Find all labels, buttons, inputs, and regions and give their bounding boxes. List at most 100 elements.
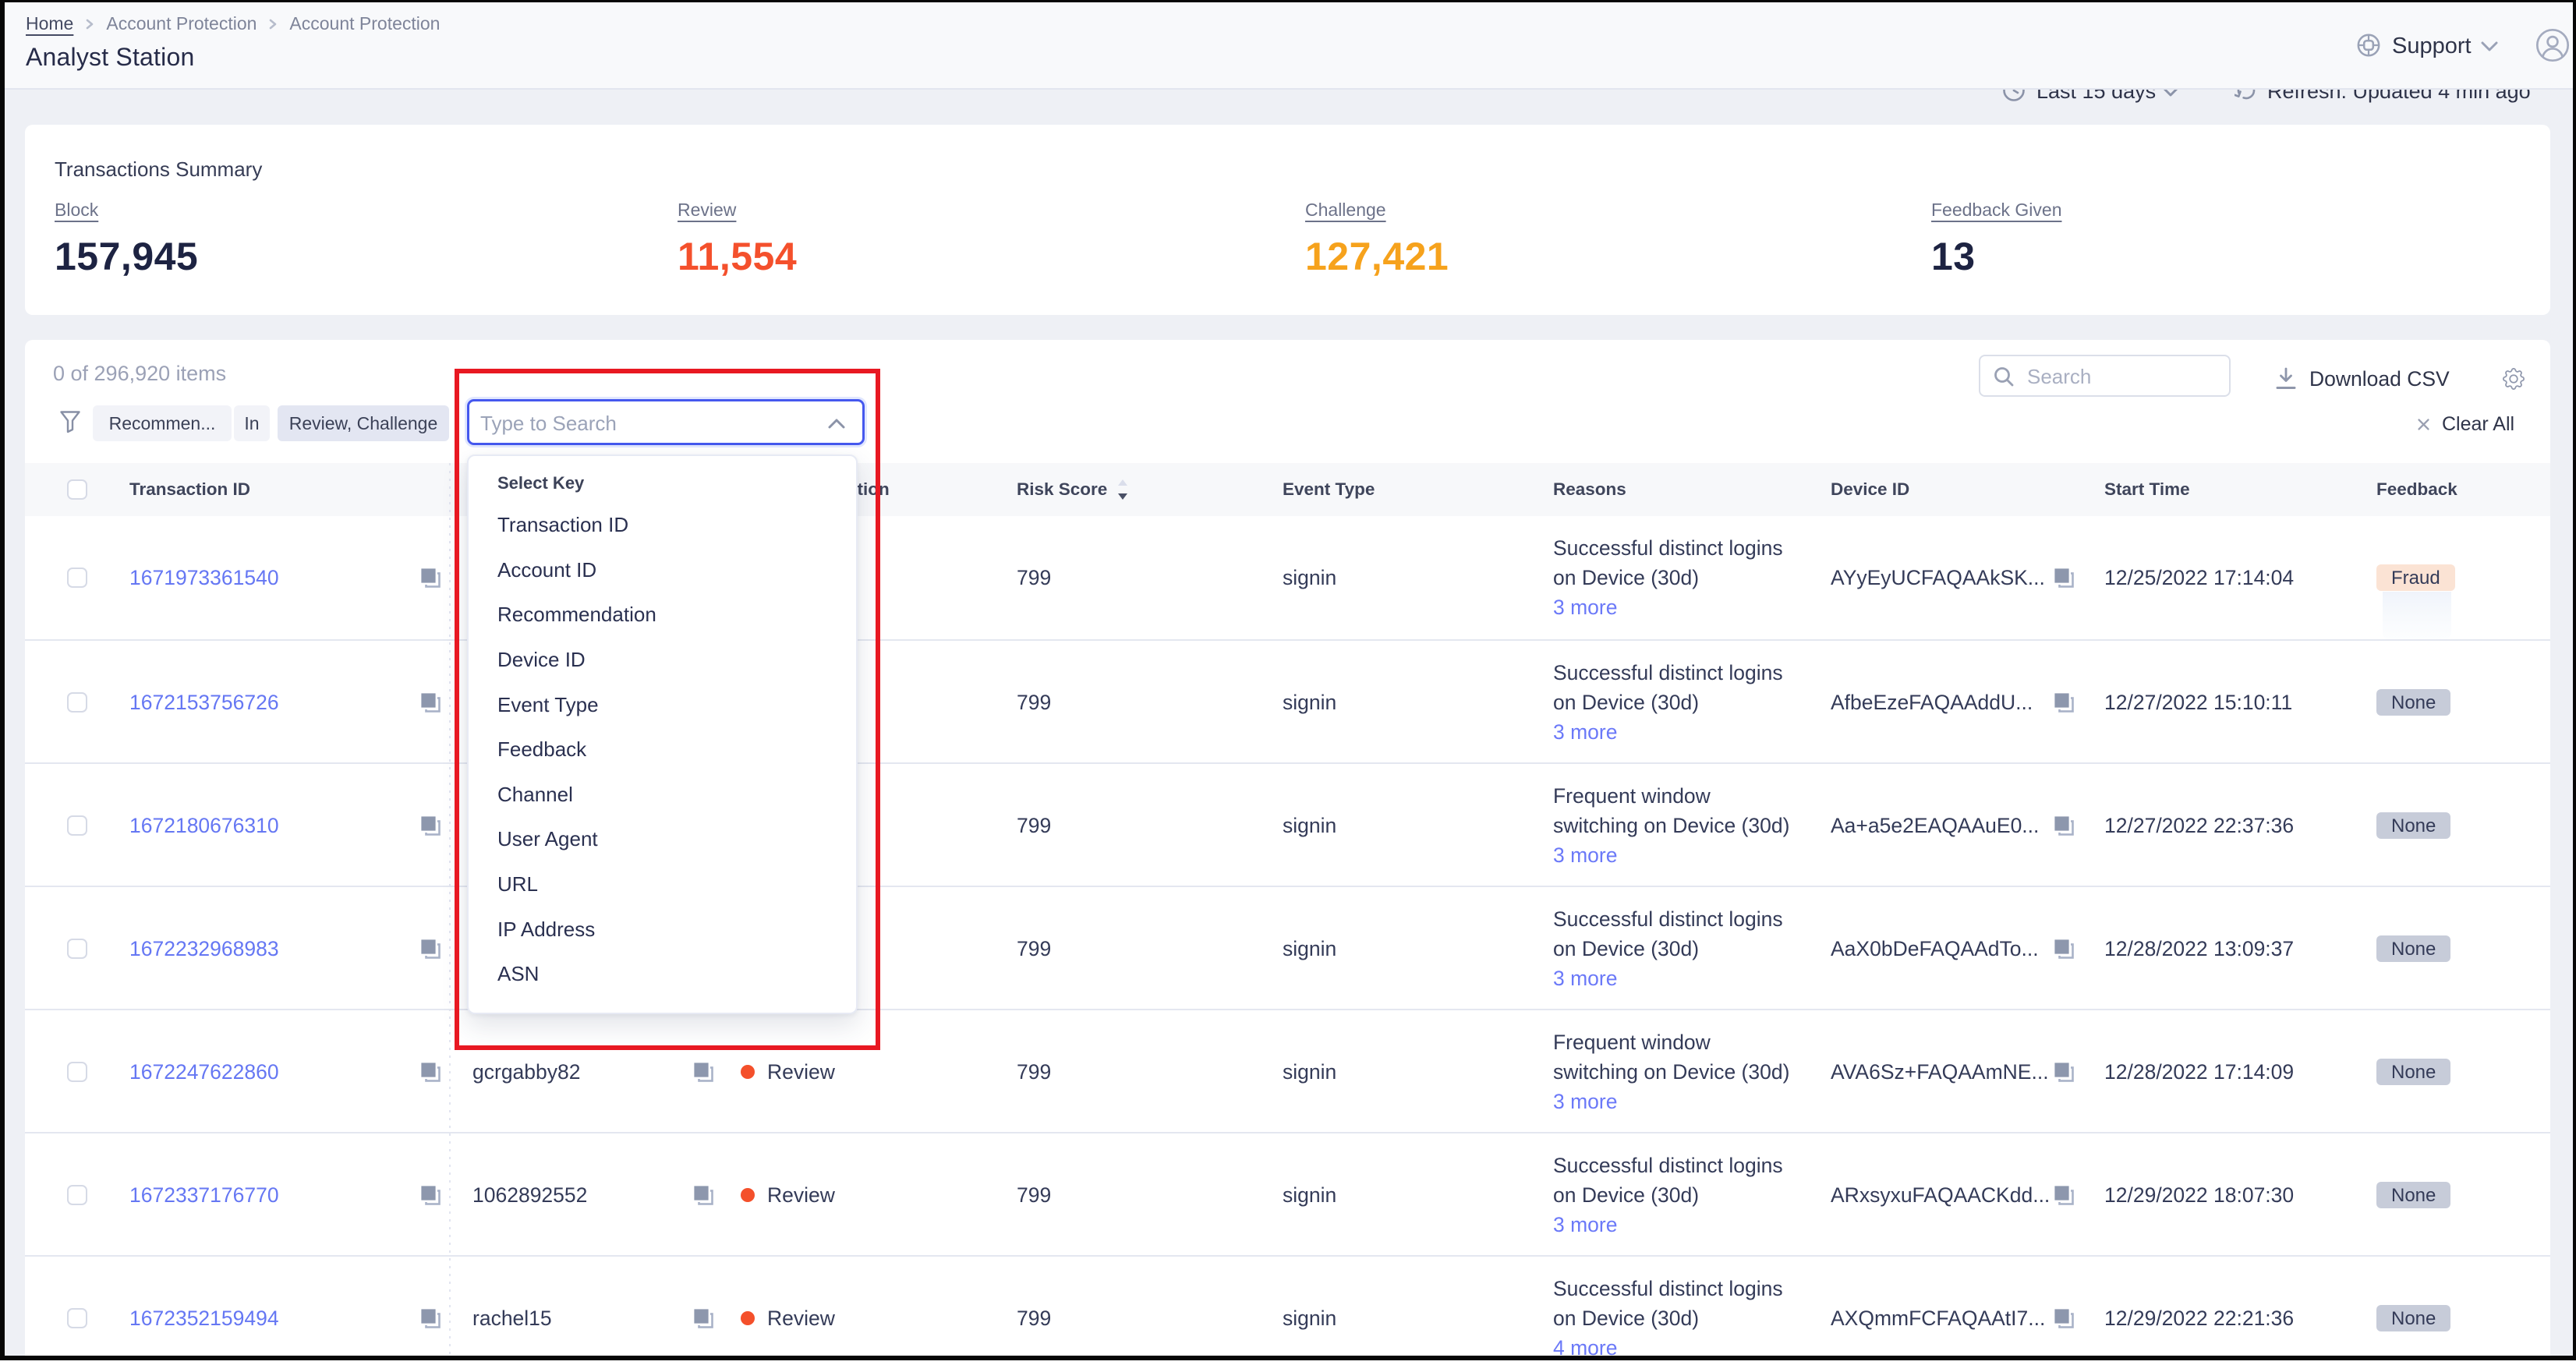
copy-icon[interactable] xyxy=(419,1307,441,1329)
row-checkbox[interactable] xyxy=(67,692,87,713)
feedback-badge[interactable]: None xyxy=(2376,935,2450,962)
copy-icon[interactable] xyxy=(2053,1061,2075,1083)
reason-line: on Device (30d) xyxy=(1553,934,1699,964)
column-header-start-time[interactable]: Start Time xyxy=(2104,463,2190,516)
more-reasons-link[interactable]: 3 more xyxy=(1553,964,1617,993)
copy-icon[interactable] xyxy=(692,1184,714,1206)
copy-icon[interactable] xyxy=(419,691,441,713)
copy-icon[interactable] xyxy=(2053,567,2075,589)
cell-start-time: 12/27/2022 15:10:11 xyxy=(2104,641,2292,764)
copy-icon[interactable] xyxy=(419,1184,441,1206)
support-menu[interactable]: Support xyxy=(2392,34,2472,59)
transaction-id-link[interactable]: 1672247622860 xyxy=(129,1060,279,1084)
cell-event-type: signin xyxy=(1283,1133,1336,1257)
cell-risk-score: 799 xyxy=(1017,764,1051,887)
copy-icon[interactable] xyxy=(2053,691,2075,713)
metric-label[interactable]: Feedback Given xyxy=(1931,200,2061,221)
filter-value-chip[interactable]: Review, Challenge xyxy=(278,405,449,441)
reason-line: switching on Device (30d) xyxy=(1553,1057,1789,1087)
copy-icon[interactable] xyxy=(2053,938,2075,960)
copy-icon[interactable] xyxy=(2053,1184,2075,1206)
copy-icon[interactable] xyxy=(2053,1307,2075,1329)
cell-event-type: signin xyxy=(1283,1010,1336,1133)
table-row[interactable]: 1672337176770 1062892552 Review 799 sign… xyxy=(25,1132,2550,1255)
cell-start-time: 12/29/2022 22:21:36 xyxy=(2104,1257,2294,1356)
column-header-transaction-id[interactable]: Transaction ID xyxy=(129,463,250,516)
gear-icon[interactable] xyxy=(2503,368,2525,390)
table-row[interactable]: 1671973361540 799 signin Successful dist… xyxy=(25,516,2550,639)
transaction-id-link[interactable]: 1672337176770 xyxy=(129,1183,279,1208)
more-reasons-link[interactable]: 4 more xyxy=(1553,1333,1617,1356)
column-header-event-type[interactable]: Event Type xyxy=(1283,463,1375,516)
row-checkbox[interactable] xyxy=(67,815,87,836)
table-row[interactable]: 1672247622860 gcrgabby82 Review 799 sign… xyxy=(25,1009,2550,1132)
cell-event-type: signin xyxy=(1283,887,1336,1010)
start-time-value: 12/25/2022 17:14:04 xyxy=(2104,566,2294,590)
metric-label[interactable]: Challenge xyxy=(1305,200,1386,221)
row-checkbox[interactable] xyxy=(67,939,87,959)
copy-icon[interactable] xyxy=(692,1061,714,1083)
column-header-risk-score[interactable]: Risk Score xyxy=(1017,463,1107,516)
download-csv-button[interactable]: Download CSV xyxy=(2275,363,2450,394)
more-reasons-link[interactable]: 3 more xyxy=(1553,592,1617,622)
copy-icon[interactable] xyxy=(419,938,441,960)
more-reasons-link[interactable]: 3 more xyxy=(1553,717,1617,747)
more-reasons-link[interactable]: 3 more xyxy=(1553,840,1617,870)
event-type-value: signin xyxy=(1283,691,1336,715)
breadcrumb-home-link[interactable]: Home xyxy=(26,13,73,34)
transaction-id-link[interactable]: 1671973361540 xyxy=(129,566,279,590)
cell-start-time: 12/28/2022 13:09:37 xyxy=(2104,887,2294,1010)
reason-line: on Device (30d) xyxy=(1553,688,1699,717)
table-row[interactable]: 1672232968983 799 signin Successful dist… xyxy=(25,886,2550,1009)
device-id-value: ARxsyxuFAQAACKdd... xyxy=(1831,1183,2050,1208)
cell-transaction-copy xyxy=(419,641,441,764)
transaction-id-link[interactable]: 1672232968983 xyxy=(129,937,279,961)
transaction-id-link[interactable]: 1672180676310 xyxy=(129,814,279,838)
row-checkbox[interactable] xyxy=(67,1308,87,1328)
sort-descending-icon[interactable] xyxy=(1116,478,1129,501)
feedback-badge[interactable]: None xyxy=(2376,812,2450,839)
copy-icon[interactable] xyxy=(419,1061,441,1083)
table-row[interactable]: 1672352159494 rachel15 Review 799 signin… xyxy=(25,1255,2550,1356)
cell-transaction-id: 1672337176770 xyxy=(129,1133,279,1257)
feedback-badge[interactable]: None xyxy=(2376,1059,2450,1085)
column-header-feedback[interactable]: Feedback xyxy=(2376,463,2457,516)
filter-field-chip[interactable]: Recommen... xyxy=(93,405,232,441)
risk-score-value: 799 xyxy=(1017,1060,1051,1084)
table-row[interactable]: 1672180676310 799 signin Frequent window… xyxy=(25,762,2550,886)
row-checkbox[interactable] xyxy=(67,1062,87,1082)
more-reasons-link[interactable]: 3 more xyxy=(1553,1087,1617,1116)
metric-label[interactable]: Review xyxy=(678,200,736,221)
select-all-checkbox[interactable] xyxy=(67,479,87,500)
column-header-reasons[interactable]: Reasons xyxy=(1553,463,1626,516)
filter-funnel-icon[interactable] xyxy=(59,410,81,433)
row-checkbox[interactable] xyxy=(67,568,87,588)
table-row[interactable]: 1672153756726 799 signin Successful dist… xyxy=(25,639,2550,762)
cell-event-type: signin xyxy=(1283,641,1336,764)
filter-operator-chip[interactable]: In xyxy=(234,405,270,441)
copy-icon[interactable] xyxy=(692,1307,714,1329)
column-header-device-id[interactable]: Device ID xyxy=(1831,463,1909,516)
user-avatar-icon[interactable] xyxy=(2535,28,2570,62)
feedback-badge[interactable]: None xyxy=(2376,1305,2450,1331)
breadcrumb-section[interactable]: Account Protection xyxy=(106,13,257,34)
copy-icon[interactable] xyxy=(2053,815,2075,836)
copy-icon[interactable] xyxy=(419,567,441,589)
clear-all-button[interactable]: Clear All xyxy=(2417,409,2514,439)
search-input[interactable]: Search xyxy=(1979,355,2231,397)
feedback-badge[interactable]: Fraud xyxy=(2376,564,2455,591)
copy-icon[interactable] xyxy=(419,815,441,836)
device-id-value: AaX0bDeFAQAAdTo... xyxy=(1831,937,2039,961)
transaction-id-link[interactable]: 1672153756726 xyxy=(129,691,279,715)
metric-label[interactable]: Block xyxy=(55,200,98,221)
transaction-id-link[interactable]: 1672352159494 xyxy=(129,1307,279,1331)
search-placeholder: Search xyxy=(2027,365,2091,389)
chevron-down-icon[interactable] xyxy=(2481,41,2498,52)
reason-line: switching on Device (30d) xyxy=(1553,811,1789,840)
cell-transaction-copy xyxy=(419,1133,441,1257)
feedback-badge[interactable]: None xyxy=(2376,689,2450,716)
row-checkbox[interactable] xyxy=(67,1185,87,1205)
more-reasons-link[interactable]: 3 more xyxy=(1553,1210,1617,1239)
feedback-badge[interactable]: None xyxy=(2376,1182,2450,1208)
cell-reasons: Successful distinct logins on Device (30… xyxy=(1553,641,1783,764)
